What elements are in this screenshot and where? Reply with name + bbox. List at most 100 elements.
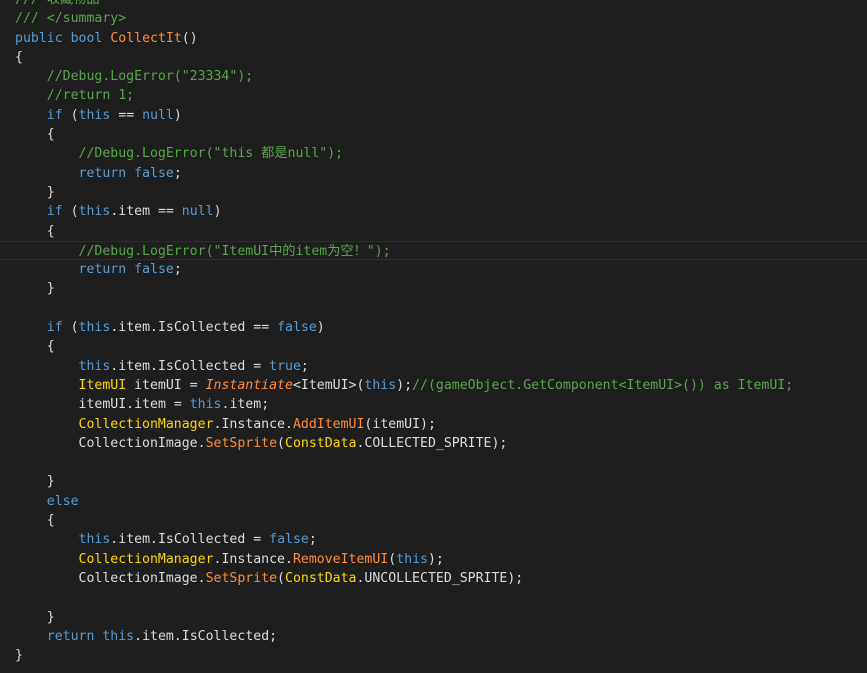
code-editor[interactable]: /// 收藏物品 /// </summary> public bool Collec… <box>0 0 867 673</box>
punctuation-token: == <box>150 204 182 220</box>
punctuation-token: . <box>150 358 158 374</box>
code-line[interactable]: { <box>0 48 867 67</box>
code-line[interactable]: { <box>0 511 867 530</box>
code-token: item <box>118 320 151 336</box>
code-line[interactable]: } <box>0 183 867 202</box>
punctuation-token: { <box>46 127 55 143</box>
code-line[interactable]: } <box>0 608 867 627</box>
code-line[interactable]: /// </summary> <box>0 9 867 28</box>
punctuation-token: { <box>15 49 23 65</box>
code-line[interactable]: if (this == null) <box>0 106 867 125</box>
punctuation-token: () <box>181 30 198 46</box>
punctuation-token: ( <box>62 204 79 220</box>
code-token: CollectionImage <box>78 435 198 451</box>
code-line[interactable]: this.item.IsCollected = false; <box>0 530 867 549</box>
code-line[interactable]: { <box>0 125 867 144</box>
code-line[interactable]: else <box>0 492 867 511</box>
punctuation-token: ; <box>173 262 182 278</box>
code-line[interactable]: CollectionManager.Instance.AddItemUI(ite… <box>0 415 867 434</box>
code-line[interactable]: { <box>0 222 867 241</box>
keyword-token: if <box>46 320 63 336</box>
comment-token: //(gameObject.GetComponent<ItemUI>()) as… <box>412 377 794 393</box>
code-line[interactable]: } <box>0 279 867 298</box>
code-line-current[interactable]: //Debug.LogError("ItemUI中的item为空！"); <box>0 240 867 261</box>
code-token: ItemUI <box>300 377 349 393</box>
punctuation-token: } <box>46 609 55 625</box>
code-token: item <box>142 628 174 644</box>
keyword-token: false <box>134 262 174 278</box>
code-line[interactable]: return false; <box>0 164 867 183</box>
code-token: itemUI <box>372 416 421 432</box>
code-line[interactable]: if (this.item == null) <box>0 202 867 221</box>
method-token: Instantiate <box>205 377 293 393</box>
comment-token: /// 收藏物品 <box>15 0 100 7</box>
punctuation-token: ; <box>300 358 309 374</box>
code-line[interactable]: if (this.item.IsCollected == false) <box>0 318 867 337</box>
code-token: IsCollected <box>157 358 246 374</box>
code-line[interactable]: return false; <box>0 260 867 279</box>
punctuation-token: ) <box>316 320 325 336</box>
code-line[interactable]: return this.item.IsCollected; <box>0 627 867 646</box>
keyword-token: true <box>269 358 301 374</box>
code-line[interactable]: //return 1; <box>0 86 867 105</box>
keyword-token: this <box>78 532 111 548</box>
code-lines[interactable]: /// 收藏物品 /// </summary> public bool Collec… <box>0 0 867 665</box>
keyword-token: this <box>78 204 111 220</box>
keyword-token: return <box>46 628 95 644</box>
punctuation-token: ); <box>420 416 436 432</box>
code-line[interactable]: public bool CollectIt() <box>0 29 867 48</box>
code-line[interactable]: CollectionImage.SetSprite(ConstData.UNCO… <box>0 569 867 588</box>
punctuation-token: } <box>46 184 55 200</box>
keyword-token: this <box>78 320 111 336</box>
method-token: SetSprite <box>205 435 278 451</box>
punctuation-token: ) <box>213 204 222 220</box>
method-token: CollectIt <box>110 30 182 46</box>
keyword-token: this <box>189 397 222 413</box>
code-line[interactable]: itemUI.item = this.item; <box>0 395 867 414</box>
type-token: CollectionManager <box>78 416 214 432</box>
punctuation-token: ( <box>277 570 285 586</box>
type-token: ConstData <box>285 435 357 451</box>
code-line[interactable]: this.item.IsCollected = true; <box>0 357 867 376</box>
code-line[interactable] <box>0 588 867 607</box>
comment-token: /// </summary> <box>15 11 127 27</box>
punctuation-token: = <box>245 358 270 374</box>
code-line[interactable]: } <box>0 472 867 491</box>
code-line[interactable]: { <box>0 337 867 356</box>
code-line[interactable] <box>0 453 867 472</box>
code-line[interactable]: //Debug.LogError("23334"); <box>0 67 867 86</box>
keyword-token: bool <box>70 30 103 46</box>
punctuation-token: = <box>165 397 190 413</box>
code-line[interactable] <box>0 299 867 318</box>
type-token: CollectionManager <box>78 551 214 567</box>
code-line[interactable]: } <box>0 646 867 665</box>
code-line[interactable]: ItemUI itemUI = Instantiate<ItemUI>(this… <box>0 376 867 395</box>
punctuation-token: ); <box>427 551 444 567</box>
code-line[interactable]: /// 收藏物品 <box>0 0 867 9</box>
code-token: IsCollected <box>181 628 270 644</box>
code-line[interactable]: //Debug.LogError("this 都是null"); <box>0 144 867 163</box>
code-line[interactable]: CollectionImage.SetSprite(ConstData.COLL… <box>0 434 867 453</box>
code-token: item <box>134 397 166 413</box>
keyword-token: this <box>102 628 135 644</box>
code-token: itemUI <box>78 397 127 413</box>
punctuation-token: ); <box>507 570 524 586</box>
keyword-token: else <box>46 493 79 509</box>
method-token: RemoveItemUI <box>292 551 389 567</box>
punctuation-token: . <box>197 435 206 451</box>
punctuation-token: . <box>150 320 158 336</box>
punctuation-token: { <box>46 223 55 239</box>
code-line[interactable]: CollectionManager.Instance.RemoveItemUI(… <box>0 550 867 569</box>
